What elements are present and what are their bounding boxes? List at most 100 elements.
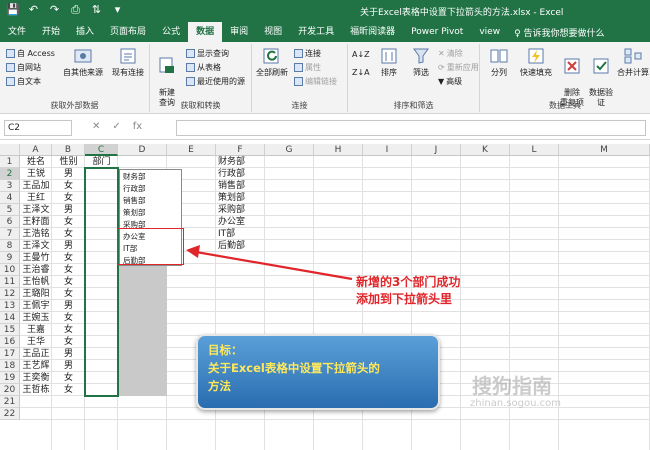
cell-name[interactable]: 王璐阳	[20, 288, 52, 300]
cell-gender[interactable]: 男	[52, 168, 85, 180]
cell-name[interactable]: 王怡帆	[20, 276, 52, 288]
column-header-i[interactable]: I	[363, 144, 412, 156]
cell-name[interactable]: 王曼竹	[20, 252, 52, 264]
cell-gender[interactable]: 女	[52, 216, 85, 228]
from-access-button[interactable]: 自 Access	[6, 48, 55, 59]
tell-me-search[interactable]: ♀ 告诉我你想要做什么	[514, 26, 604, 39]
cell-name[interactable]: 王婉玉	[20, 312, 52, 324]
cell-department-list[interactable]: 办公室	[218, 216, 267, 228]
cell-name[interactable]: 王泽文	[20, 204, 52, 216]
sort-ascending-button[interactable]: A↓Z	[352, 50, 370, 59]
text-to-columns-button[interactable]: 分列	[484, 46, 514, 78]
cell-name[interactable]: 王泽文	[20, 240, 52, 252]
advanced-filter-button[interactable]: ▼ 高级	[438, 76, 462, 87]
tab-power-pivot[interactable]: Power Pivot	[403, 22, 471, 42]
cell-gender[interactable]: 女	[52, 228, 85, 240]
column-header-j[interactable]: J	[412, 144, 461, 156]
row-header-22[interactable]: 22	[0, 408, 20, 420]
row-header-11[interactable]: 11	[0, 276, 20, 288]
cell-gender[interactable]: 女	[52, 180, 85, 192]
cell-b1-gender-header[interactable]: 性别	[52, 156, 85, 168]
cell-department-list[interactable]: 策划部	[218, 192, 267, 204]
row-header-10[interactable]: 10	[0, 264, 20, 276]
column-header-c[interactable]: C	[85, 144, 118, 156]
from-other-sources-button[interactable]: 自其他来源	[62, 46, 104, 78]
tab-file[interactable]: 文件	[0, 22, 34, 42]
save-icon[interactable]: 💾	[6, 3, 20, 17]
column-header-e[interactable]: E	[167, 144, 216, 156]
cell-gender[interactable]: 女	[52, 276, 85, 288]
tab-page-layout[interactable]: 页面布局	[102, 22, 154, 42]
redo-icon[interactable]: ↷	[48, 3, 61, 17]
cancel-icon[interactable]: ✕	[92, 121, 100, 132]
cell-name[interactable]: 王浩铭	[20, 228, 52, 240]
new-query-button[interactable]: 新建 查询	[152, 46, 182, 108]
select-all-corner[interactable]	[0, 144, 20, 156]
insert-function-icon[interactable]: fx	[133, 121, 142, 132]
sort-icon[interactable]: ⇅	[90, 3, 103, 17]
dropdown-item[interactable]: 策划部	[123, 208, 146, 218]
cell-department-list[interactable]: 销售部	[218, 180, 267, 192]
flash-fill-button[interactable]: 快速填充	[516, 46, 556, 78]
cell-name[interactable]: 王品加	[20, 180, 52, 192]
row-header-13[interactable]: 13	[0, 300, 20, 312]
row-header-15[interactable]: 15	[0, 324, 20, 336]
column-header-f[interactable]: F	[216, 144, 265, 156]
cell-gender[interactable]: 女	[52, 324, 85, 336]
reapply-button[interactable]: ⟳ 重新应用	[438, 62, 479, 73]
column-header-d[interactable]: D	[118, 144, 167, 156]
tab-home[interactable]: 开始	[34, 22, 68, 42]
row-header-2[interactable]: 2	[0, 168, 20, 180]
row-header-7[interactable]: 7	[0, 228, 20, 240]
show-queries-button[interactable]: 显示查询	[186, 48, 229, 59]
cell-name[interactable]: 王华	[20, 336, 52, 348]
more-icon[interactable]: ▾	[111, 3, 124, 17]
cell-gender[interactable]: 女	[52, 312, 85, 324]
edit-links-button[interactable]: 编辑链接	[294, 76, 337, 87]
column-header-g[interactable]: G	[265, 144, 314, 156]
row-header-5[interactable]: 5	[0, 204, 20, 216]
sort-button[interactable]: 排序	[374, 46, 404, 78]
cell-gender[interactable]: 男	[52, 360, 85, 372]
cell-gender[interactable]: 男	[52, 240, 85, 252]
formula-input[interactable]	[176, 120, 646, 136]
remove-duplicates-button[interactable]: 删除 重复项	[558, 46, 586, 108]
cell-department-list[interactable]: 行政部	[218, 168, 267, 180]
tab-review[interactable]: 审阅	[222, 22, 256, 42]
cell-department-list[interactable]: IT部	[218, 228, 267, 240]
cell-name[interactable]: 王哲栋	[20, 384, 52, 396]
connections-button[interactable]: 连接	[294, 48, 321, 59]
enter-icon[interactable]: ✓	[112, 121, 120, 132]
dropdown-item[interactable]: 销售部	[123, 196, 146, 206]
row-header-3[interactable]: 3	[0, 180, 20, 192]
from-table-button[interactable]: 从表格	[186, 62, 221, 73]
tab-view-extra[interactable]: view	[471, 22, 508, 42]
row-header-1[interactable]: 1	[0, 156, 20, 168]
from-web-button[interactable]: 自网站	[6, 62, 41, 73]
cell-gender[interactable]: 男	[52, 204, 85, 216]
cell-gender[interactable]: 男	[52, 300, 85, 312]
cell-gender[interactable]: 男	[52, 348, 85, 360]
row-header-18[interactable]: 18	[0, 360, 20, 372]
cell-gender[interactable]: 女	[52, 372, 85, 384]
cell-name[interactable]: 王锐	[20, 168, 52, 180]
filter-button[interactable]: 筛选	[406, 46, 436, 78]
cell-name[interactable]: 王佩宇	[20, 300, 52, 312]
cell-gender[interactable]: 女	[52, 192, 85, 204]
existing-connections-button[interactable]: 现有连接	[108, 46, 148, 78]
row-header-21[interactable]: 21	[0, 396, 20, 408]
cell-name[interactable]: 王艺辉	[20, 360, 52, 372]
row-header-20[interactable]: 20	[0, 384, 20, 396]
refresh-all-button[interactable]: 全部刷新	[254, 46, 290, 78]
cell-name[interactable]: 王红	[20, 192, 52, 204]
cell-gender[interactable]: 女	[52, 384, 85, 396]
print-preview-icon[interactable]: ⎙	[69, 3, 82, 17]
row-header-8[interactable]: 8	[0, 240, 20, 252]
row-header-6[interactable]: 6	[0, 216, 20, 228]
cell-gender[interactable]: 女	[52, 336, 85, 348]
cell-department-list[interactable]: 后勤部	[218, 240, 267, 252]
column-header-m[interactable]: M	[559, 144, 650, 156]
recent-sources-button[interactable]: 最近使用的源	[186, 76, 245, 87]
cell-name[interactable]: 王嘉	[20, 324, 52, 336]
tab-view[interactable]: 视图	[256, 22, 290, 42]
